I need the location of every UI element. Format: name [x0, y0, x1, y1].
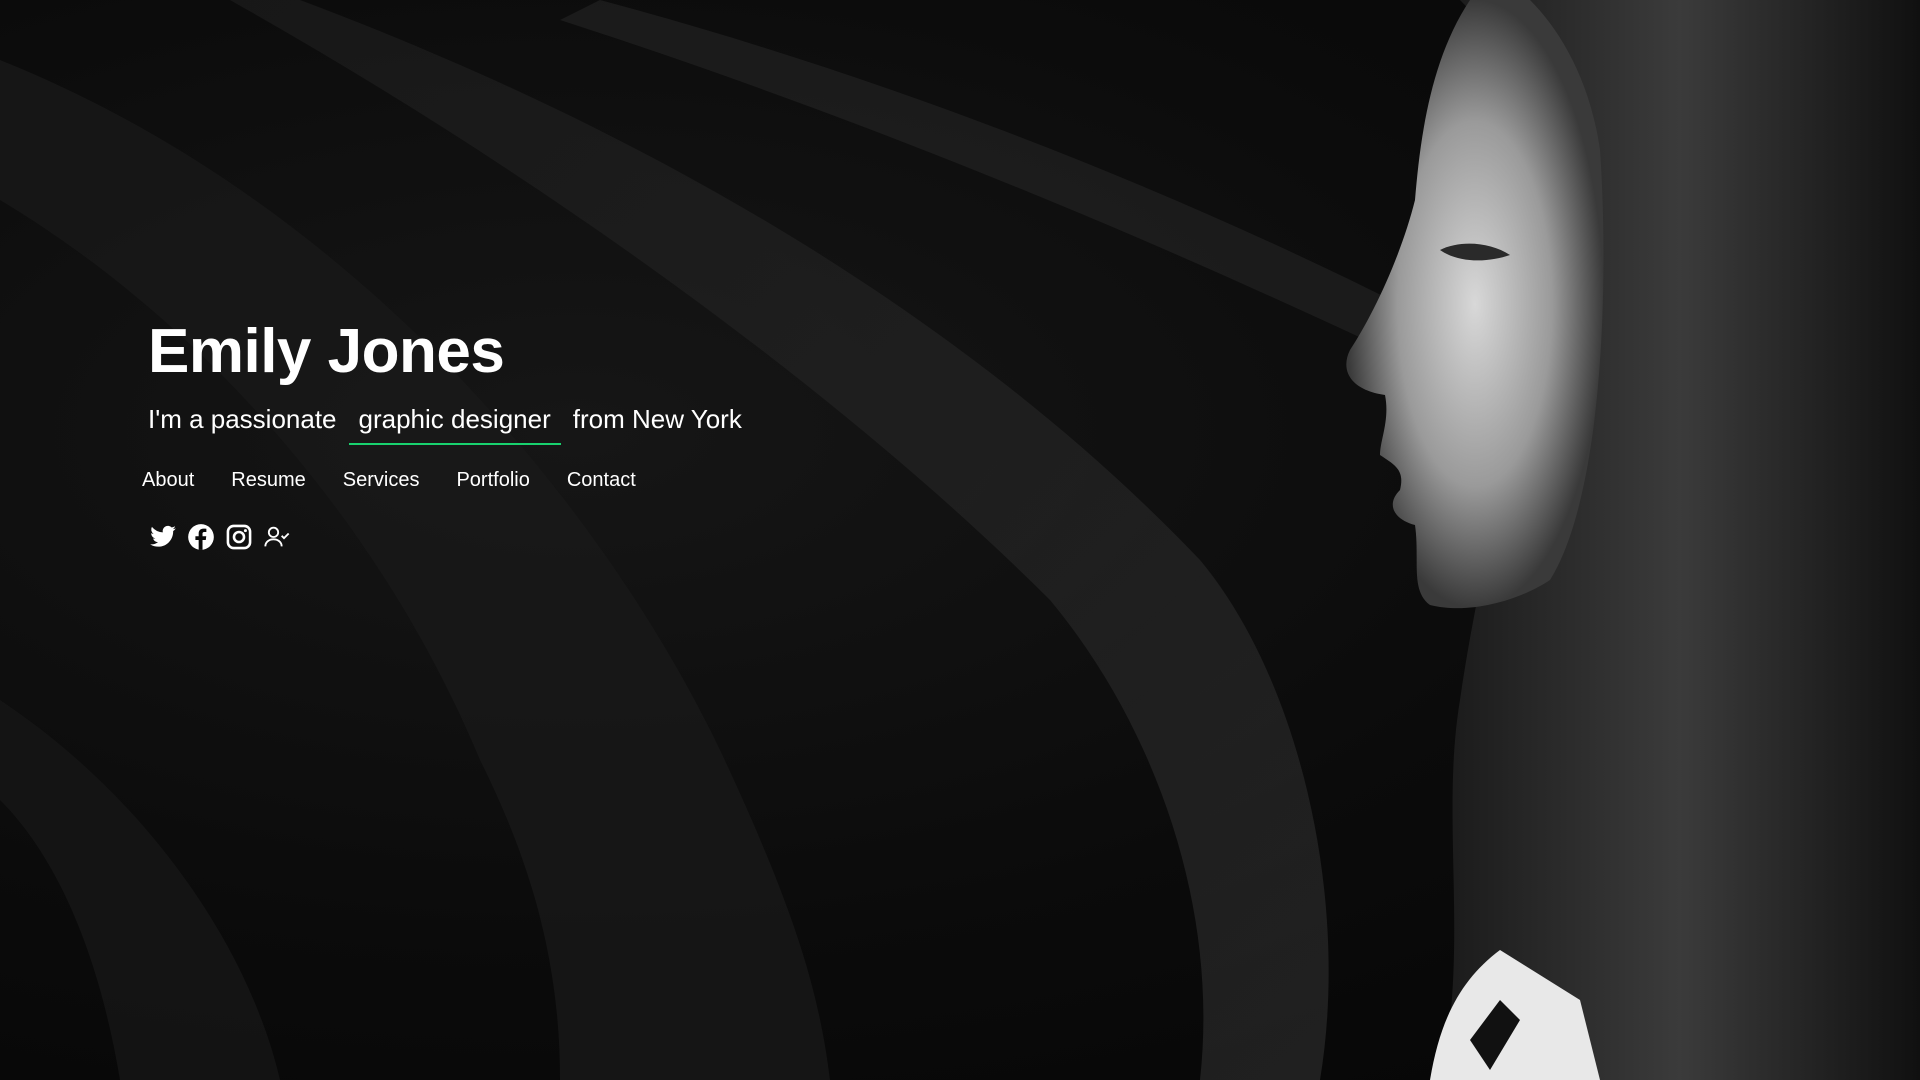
- tagline-prefix: I'm a passionate: [148, 404, 337, 435]
- hero-tagline: I'm a passionate graphic designer from N…: [148, 404, 742, 446]
- social-links: [148, 522, 742, 552]
- facebook-icon[interactable]: [186, 522, 216, 552]
- main-nav: About Resume Services Portfolio Contact: [142, 469, 742, 492]
- tagline-suffix: from New York: [572, 404, 742, 435]
- nav-about[interactable]: About: [142, 469, 194, 492]
- tagline-typed-text: graphic designer: [348, 404, 561, 446]
- instagram-icon[interactable]: [224, 522, 254, 552]
- nav-resume[interactable]: Resume: [231, 469, 305, 492]
- hero-name: Emily Jones: [148, 317, 505, 386]
- user-check-icon[interactable]: [262, 522, 292, 552]
- nav-portfolio[interactable]: Portfolio: [456, 469, 529, 492]
- nav-services[interactable]: Services: [343, 469, 420, 492]
- hero-content: Emily Jones I'm a passionate graphic des…: [142, 317, 742, 552]
- hero-section: Emily Jones I'm a passionate graphic des…: [0, 0, 1920, 1080]
- twitter-icon[interactable]: [148, 522, 178, 552]
- nav-contact[interactable]: Contact: [567, 469, 636, 492]
